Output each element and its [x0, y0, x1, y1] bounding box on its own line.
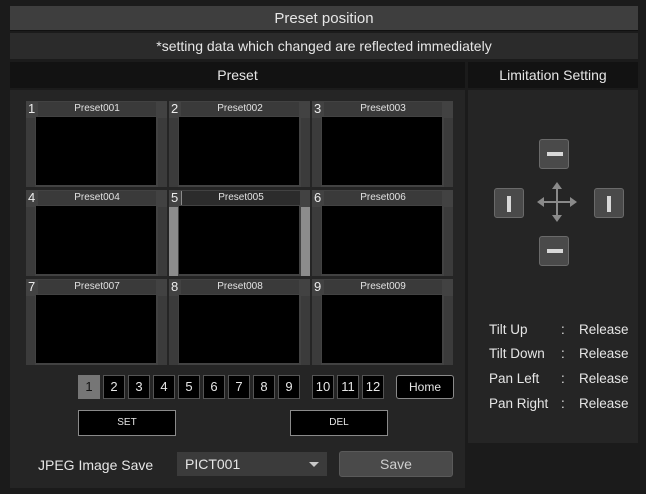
limit-down-icon[interactable] [539, 236, 569, 266]
preset-number: 2 [171, 101, 179, 116]
limitation-separator: : [561, 396, 565, 411]
preset-thumbnail [179, 295, 299, 363]
preset-number: 6 [314, 190, 322, 205]
preset-tile-8[interactable]: 8 Preset008 [169, 279, 310, 365]
limitation-label: Pan Left [489, 371, 540, 386]
preset-number: 9 [314, 279, 322, 294]
save-button[interactable]: Save [339, 451, 453, 477]
preset-number: 1 [28, 101, 36, 116]
preset-tile-1[interactable]: 1 Preset001 [26, 101, 167, 187]
preset-tile-4[interactable]: 4 Preset004 [26, 190, 167, 276]
chevron-down-icon [309, 462, 319, 467]
window-title: Preset position [10, 6, 638, 31]
preset-number: 7 [28, 279, 36, 294]
preset-name: Preset009 [324, 280, 442, 294]
limitation-row-tilt-down: Tilt Down : Release [489, 344, 639, 364]
preset-name: Preset001 [38, 102, 156, 116]
limitation-row-pan-left: Pan Left : Release [489, 369, 639, 389]
preset-thumbnail [36, 117, 156, 185]
del-button[interactable]: DEL [290, 410, 388, 436]
page-button-7[interactable]: 7 [228, 375, 250, 399]
page-button-6[interactable]: 6 [203, 375, 225, 399]
preset-name: Preset002 [181, 102, 299, 116]
preset-number: 4 [28, 190, 36, 205]
page-button-12[interactable]: 12 [362, 375, 384, 399]
preset-number: 8 [171, 279, 179, 294]
preset-name: Preset004 [38, 191, 156, 205]
limitation-section-header: Limitation Setting [468, 62, 638, 88]
page-button-9[interactable]: 9 [278, 375, 300, 399]
page-button-10[interactable]: 10 [312, 375, 334, 399]
preset-name: Preset006 [324, 191, 442, 205]
limitation-row-pan-right: Pan Right : Release [489, 394, 639, 414]
preset-name: Preset008 [181, 280, 299, 294]
preset-thumbnail [179, 117, 299, 185]
limit-up-icon[interactable] [539, 139, 569, 169]
preset-tile-5[interactable]: 5 Preset005 [169, 190, 310, 276]
jpeg-file-select[interactable]: PICT001 [177, 452, 327, 476]
limitation-row-tilt-up: Tilt Up : Release [489, 320, 639, 340]
preset-tile-9[interactable]: 9 Preset009 [312, 279, 453, 365]
preset-name: Preset003 [324, 102, 442, 116]
preset-tile-3[interactable]: 3 Preset003 [312, 101, 453, 187]
limitation-separator: : [561, 346, 565, 361]
limit-right-icon[interactable] [594, 188, 624, 218]
preset-name: Preset007 [38, 280, 156, 294]
limitation-value: Release [579, 322, 629, 337]
page-button-5[interactable]: 5 [178, 375, 200, 399]
jpeg-image-save-label: JPEG Image Save [38, 457, 154, 473]
preset-thumbnail [322, 206, 442, 274]
limitation-label: Tilt Down [489, 346, 545, 361]
empty-area [468, 443, 638, 488]
page-button-3[interactable]: 3 [128, 375, 150, 399]
set-button[interactable]: SET [78, 410, 176, 436]
page-button-1[interactable]: 1 [78, 375, 100, 399]
page-button-8[interactable]: 8 [253, 375, 275, 399]
preset-tile-7[interactable]: 7 Preset007 [26, 279, 167, 365]
preset-thumbnail [322, 295, 442, 363]
preset-tile-2[interactable]: 2 Preset002 [169, 101, 310, 187]
page-button-11[interactable]: 11 [337, 375, 359, 399]
preset-tile-6[interactable]: 6 Preset006 [312, 190, 453, 276]
four-way-arrow-icon [537, 182, 577, 222]
preset-number: 3 [314, 101, 322, 116]
preset-thumbnail [36, 206, 156, 274]
limitation-value: Release [579, 396, 629, 411]
preset-name: Preset005 [181, 191, 300, 205]
limitation-value: Release [579, 346, 629, 361]
limitation-label: Pan Right [489, 396, 549, 411]
preset-thumbnail [36, 295, 156, 363]
limitation-separator: : [561, 371, 565, 386]
page-button-4[interactable]: 4 [153, 375, 175, 399]
limitation-separator: : [561, 322, 565, 337]
limit-left-icon[interactable] [494, 188, 524, 218]
preset-section-header: Preset [10, 62, 465, 88]
limitation-value: Release [579, 371, 629, 386]
preset-thumbnail [179, 206, 299, 274]
preset-number: 5 [171, 190, 179, 205]
jpeg-file-selected-value: PICT001 [185, 456, 241, 472]
home-button[interactable]: Home [396, 375, 454, 399]
preset-thumbnail [322, 117, 442, 185]
limitation-label: Tilt Up [489, 322, 528, 337]
info-subtitle: *setting data which changed are reflecte… [10, 33, 638, 59]
page-button-2[interactable]: 2 [103, 375, 125, 399]
